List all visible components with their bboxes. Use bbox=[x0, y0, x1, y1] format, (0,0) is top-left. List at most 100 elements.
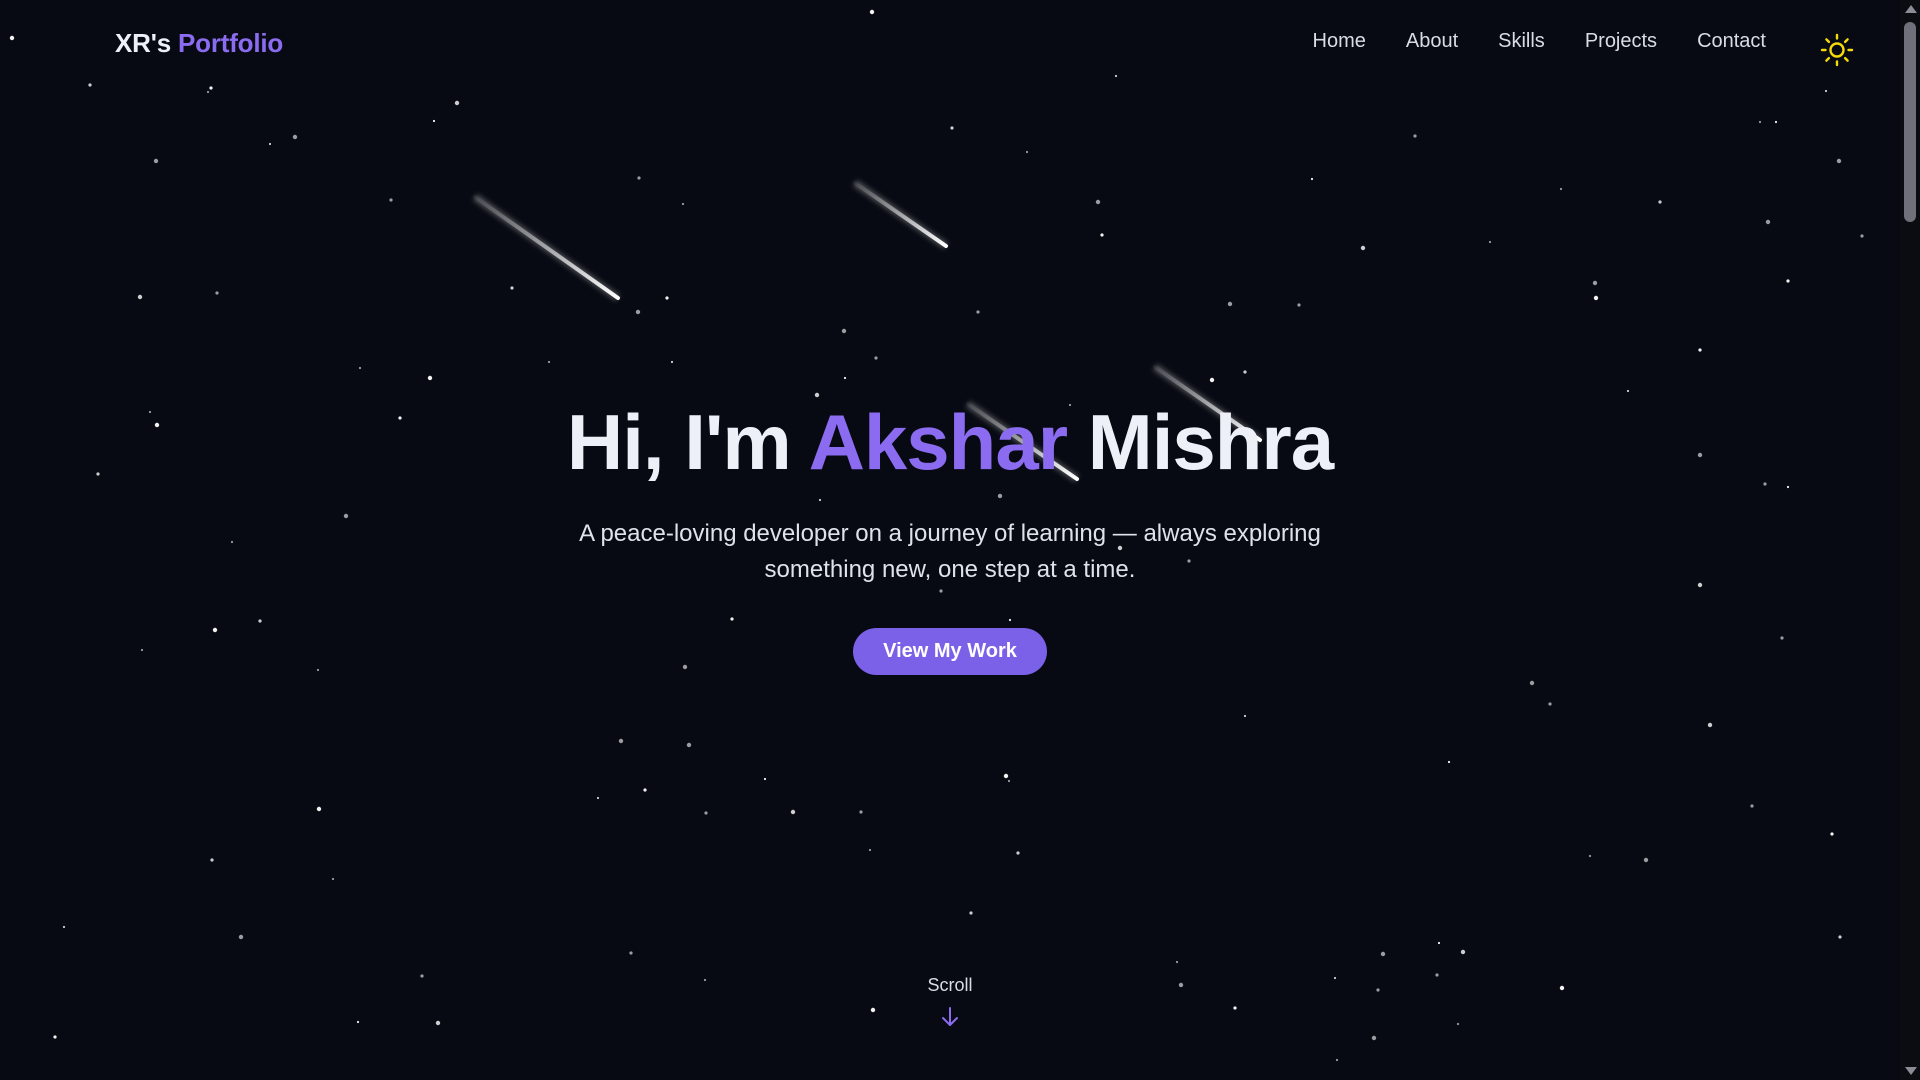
star bbox=[1227, 301, 1233, 307]
nav-link-projects[interactable]: Projects bbox=[1585, 30, 1657, 53]
nav-link-skills[interactable]: Skills bbox=[1498, 30, 1545, 53]
star bbox=[1243, 714, 1247, 718]
nav-link-about[interactable]: About bbox=[1406, 30, 1458, 53]
site-logo[interactable]: XR's Portfolio bbox=[115, 28, 283, 59]
hero-title: Hi, I'm Akshar Mishra bbox=[0, 398, 1900, 486]
star bbox=[665, 296, 669, 300]
star bbox=[814, 392, 820, 398]
vertical-scrollbar[interactable] bbox=[1900, 0, 1920, 1080]
star bbox=[1413, 134, 1417, 138]
hero-last-name: Mishra bbox=[1087, 398, 1334, 486]
scroll-up-arrow-icon[interactable] bbox=[1905, 5, 1917, 13]
star bbox=[1758, 120, 1762, 124]
star bbox=[629, 951, 633, 955]
star bbox=[1297, 303, 1301, 307]
hero-subtitle: A peace-loving developer on a journey of… bbox=[579, 519, 1321, 583]
star bbox=[1243, 370, 1247, 374]
star bbox=[1380, 951, 1386, 957]
star bbox=[643, 788, 647, 792]
star bbox=[1750, 804, 1754, 808]
star bbox=[1830, 832, 1834, 836]
star bbox=[1593, 295, 1599, 301]
star bbox=[843, 376, 847, 380]
star bbox=[859, 810, 863, 814]
star bbox=[1447, 760, 1451, 764]
star bbox=[389, 198, 393, 202]
nav-link-home[interactable]: Home bbox=[1313, 30, 1366, 53]
logo-prefix: XR's bbox=[115, 28, 171, 58]
star bbox=[432, 119, 436, 123]
star bbox=[1774, 120, 1778, 124]
star bbox=[215, 291, 219, 295]
star bbox=[1626, 389, 1630, 393]
star bbox=[1592, 280, 1598, 286]
scroll-label: Scroll bbox=[927, 975, 973, 995]
star bbox=[1836, 158, 1842, 164]
star bbox=[268, 142, 272, 146]
star bbox=[1529, 680, 1535, 686]
star bbox=[547, 360, 551, 364]
sun-icon bbox=[1820, 33, 1854, 67]
star bbox=[1437, 941, 1441, 945]
star bbox=[53, 1035, 57, 1039]
scroll-down-arrow-icon[interactable] bbox=[1905, 1067, 1917, 1075]
star bbox=[1488, 240, 1492, 244]
star bbox=[686, 742, 692, 748]
star bbox=[1860, 234, 1864, 238]
star bbox=[1335, 1058, 1339, 1062]
nav-links: Home About Skills Projects Contact bbox=[1273, 30, 1766, 53]
star bbox=[1209, 377, 1215, 383]
star bbox=[292, 134, 298, 140]
page: XR's Portfolio Home About Skills Project… bbox=[0, 0, 1920, 1080]
star bbox=[704, 811, 708, 815]
scroll-hint[interactable]: Scroll bbox=[0, 975, 1900, 1028]
star bbox=[1016, 851, 1020, 855]
star bbox=[763, 777, 767, 781]
star bbox=[1588, 854, 1592, 858]
star bbox=[874, 356, 878, 360]
shooting-star bbox=[852, 179, 949, 250]
star bbox=[1025, 150, 1029, 154]
star bbox=[1003, 773, 1009, 779]
hero-section: Hi, I'm Akshar Mishra A peace-loving dev… bbox=[0, 398, 1900, 675]
star bbox=[1658, 200, 1662, 204]
theme-toggle-button[interactable] bbox=[1820, 33, 1854, 67]
star bbox=[1698, 348, 1702, 352]
star bbox=[868, 848, 872, 852]
star bbox=[1765, 219, 1771, 225]
star bbox=[976, 310, 980, 314]
star bbox=[1786, 279, 1790, 283]
star bbox=[670, 360, 674, 364]
star bbox=[790, 809, 796, 815]
top-navbar: XR's Portfolio Home About Skills Project… bbox=[0, 0, 1900, 88]
star bbox=[62, 925, 66, 929]
star bbox=[316, 806, 322, 812]
view-my-work-button[interactable]: View My Work bbox=[853, 627, 1047, 675]
shooting-star bbox=[472, 193, 621, 302]
star bbox=[331, 877, 335, 881]
star bbox=[1838, 935, 1842, 939]
star bbox=[454, 100, 460, 106]
star bbox=[596, 796, 600, 800]
star bbox=[1707, 722, 1713, 728]
star bbox=[1100, 233, 1104, 237]
nav-link-contact[interactable]: Contact bbox=[1697, 30, 1766, 53]
star bbox=[635, 309, 641, 315]
star bbox=[1095, 199, 1101, 205]
logo-accent: Portfolio bbox=[178, 28, 284, 58]
star bbox=[137, 294, 143, 300]
scrollbar-thumb[interactable] bbox=[1904, 22, 1916, 222]
star bbox=[1643, 857, 1649, 863]
hero-greeting: Hi, I'm bbox=[566, 398, 792, 486]
star bbox=[618, 738, 624, 744]
star bbox=[637, 176, 641, 180]
star bbox=[841, 328, 847, 334]
star bbox=[1175, 960, 1179, 964]
star bbox=[1360, 245, 1366, 251]
star bbox=[210, 858, 214, 862]
star bbox=[1824, 89, 1828, 93]
star bbox=[427, 375, 433, 381]
star bbox=[1460, 949, 1466, 955]
star bbox=[206, 90, 210, 94]
star bbox=[1559, 187, 1563, 191]
